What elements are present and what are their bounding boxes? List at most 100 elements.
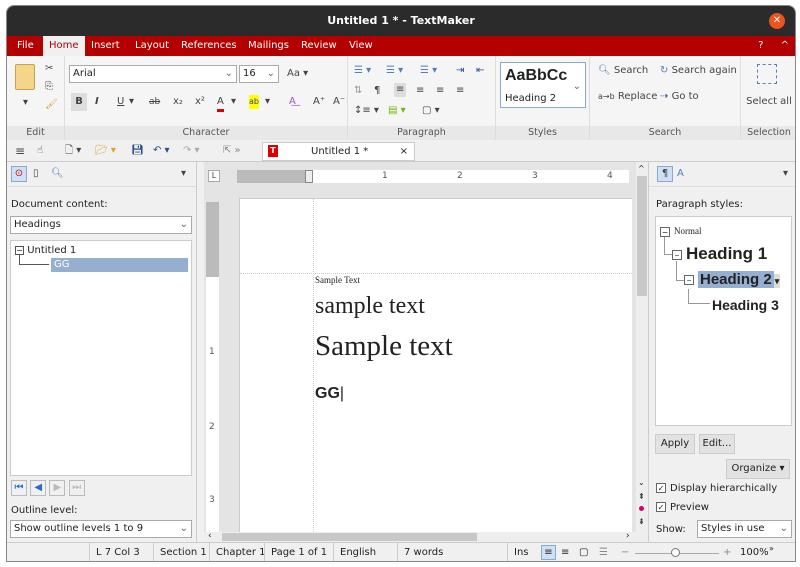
redo-icon[interactable]: ↷ ▾: [183, 144, 200, 158]
scroll-up-icon[interactable]: ^: [638, 164, 645, 173]
new-document-icon[interactable]: 🗋 ▾: [65, 144, 81, 158]
select-all-button[interactable]: Select all: [745, 96, 793, 108]
previous-page-icon[interactable]: ⇞: [638, 492, 645, 501]
show-styles-select[interactable]: Styles in use ⌄: [697, 520, 792, 538]
sort-icon[interactable]: ⇅: [354, 84, 362, 98]
zoom-level[interactable]: 100%: [740, 543, 769, 561]
select-all-icon[interactable]: [757, 64, 777, 84]
pages-icon[interactable]: ▯: [33, 167, 39, 181]
increase-indent-icon[interactable]: ⇥: [456, 64, 464, 78]
display-hierarchically-checkbox[interactable]: ✓ Display hierarchically: [656, 483, 777, 494]
next-page-icon[interactable]: ⇟: [638, 517, 645, 526]
font-color-button[interactable]: A: [217, 95, 224, 112]
tab-layout[interactable]: Layout: [129, 36, 175, 56]
italic-button[interactable]: I: [95, 95, 99, 109]
close-window-button[interactable]: ✕: [769, 13, 785, 29]
shading-icon[interactable]: ▤ ▾: [388, 104, 406, 118]
browse-object-icon[interactable]: [639, 506, 644, 511]
horizontal-ruler[interactable]: 1 2 3 4: [237, 170, 629, 183]
align-left-icon[interactable]: ≡: [394, 83, 407, 97]
style-heading-2[interactable]: − Heading 2 ▾: [684, 271, 781, 288]
cursor-position[interactable]: L 7 Col 3: [89, 543, 140, 561]
subscript-button[interactable]: x₂: [173, 95, 183, 109]
checkbox-checked-icon[interactable]: ✓: [656, 483, 666, 493]
indent-marker[interactable]: [305, 170, 313, 183]
zoom-in-icon[interactable]: +: [723, 543, 731, 561]
pointer-icon[interactable]: ⇱ »: [223, 144, 241, 158]
menu-icon[interactable]: ≡: [15, 144, 25, 158]
left-splitter[interactable]: [197, 162, 204, 542]
open-folder-icon[interactable]: 📂︎ ▾: [95, 144, 116, 158]
document-page[interactable]: Sample Text sample text Sample text GG|: [239, 198, 632, 536]
collapse-icon[interactable]: −: [684, 275, 694, 286]
grow-font-button[interactable]: A⁺: [313, 95, 325, 109]
last-heading-icon[interactable]: ⏭: [68, 480, 85, 496]
goto-button[interactable]: ⇢ Go to: [660, 90, 699, 104]
page-view-icon[interactable]: ▢: [579, 543, 588, 561]
align-center-icon[interactable]: ≡: [416, 84, 424, 98]
font-select[interactable]: Arial ⌄: [69, 65, 237, 83]
previous-heading-icon[interactable]: ◀: [30, 480, 47, 496]
navigator-icon[interactable]: ⊙: [11, 166, 27, 182]
save-icon[interactable]: 💾︎: [131, 144, 144, 158]
borders-icon[interactable]: ▢ ▾: [422, 104, 440, 118]
language-indicator[interactable]: English: [333, 543, 376, 561]
tab-file[interactable]: File: [11, 36, 40, 56]
first-heading-icon[interactable]: ⏮: [11, 480, 27, 496]
search-button[interactable]: 🔍︎ Search: [598, 64, 648, 78]
highlight-button[interactable]: ab: [249, 95, 259, 109]
checkbox-checked-icon[interactable]: ✓: [656, 502, 666, 512]
next-heading-icon[interactable]: ▶: [49, 480, 66, 496]
zoom-slider-handle[interactable]: [671, 548, 680, 557]
collapse-icon[interactable]: −: [660, 226, 670, 237]
normal-view-icon[interactable]: ≡: [541, 545, 556, 560]
continuous-view-icon[interactable]: ≡: [561, 543, 569, 561]
collapse-icon[interactable]: −: [15, 246, 24, 255]
undo-icon[interactable]: ↶ ▾: [153, 144, 170, 158]
format-painter-icon[interactable]: 🖌: [45, 98, 58, 112]
style-heading-3[interactable]: Heading 3: [712, 297, 779, 313]
style-gallery[interactable]: AaBbCc Heading 2 ⌄: [500, 62, 586, 108]
style-heading-1[interactable]: − Heading 1: [672, 244, 767, 264]
bold-button[interactable]: B: [71, 93, 87, 111]
help-button[interactable]: ?: [758, 40, 763, 51]
word-count[interactable]: 7 words: [397, 543, 443, 561]
tab-view[interactable]: View: [343, 36, 379, 56]
scroll-down-icon[interactable]: ⌄: [638, 478, 645, 487]
replace-button[interactable]: a→b Replace: [598, 90, 657, 104]
underline-dropdown-icon[interactable]: ▾: [129, 95, 134, 109]
preview-checkbox[interactable]: ✓ Preview: [656, 502, 709, 513]
vertical-scrollbar[interactable]: ^ ⌄ ⇞ ⇟: [636, 162, 648, 532]
font-size-select[interactable]: 16 ⌄: [239, 65, 279, 83]
horizontal-scrollbar[interactable]: ‹ ›: [204, 531, 648, 542]
document-content-select[interactable]: Headings ⌄: [10, 216, 192, 234]
touch-mode-icon[interactable]: ☝: [37, 144, 43, 158]
clear-formatting-icon[interactable]: A͟: [289, 95, 296, 109]
tab-references[interactable]: References: [175, 36, 243, 56]
search-again-button[interactable]: ↻ Search again: [660, 64, 737, 78]
align-right-icon[interactable]: ≡: [436, 84, 444, 98]
highlight-dropdown-icon[interactable]: ▾: [265, 95, 270, 109]
collapse-icon[interactable]: −: [672, 249, 682, 260]
collapse-ribbon-button[interactable]: ^: [781, 40, 789, 51]
multilevel-list-icon[interactable]: ☰ ▾: [420, 64, 437, 78]
cut-icon[interactable]: ✂: [45, 62, 53, 76]
style-dropdown-icon[interactable]: ▾: [773, 274, 781, 288]
panel-menu-icon[interactable]: ▾: [181, 167, 186, 181]
paste-icon[interactable]: [15, 64, 35, 90]
document-tab[interactable]: T Untitled 1 * ×: [262, 142, 415, 161]
justify-icon[interactable]: ≡: [456, 84, 464, 98]
numbering-icon[interactable]: ☰ ▾: [386, 64, 403, 78]
tab-stop-selector[interactable]: L: [208, 170, 220, 182]
character-styles-icon[interactable]: A: [677, 167, 684, 181]
more-icon[interactable]: »: [769, 539, 774, 559]
paste-dropdown-icon[interactable]: ▾: [23, 96, 28, 110]
scroll-right-icon[interactable]: ›: [626, 531, 630, 541]
tree-node-heading[interactable]: GG: [51, 258, 188, 272]
bullets-icon[interactable]: ☰ ▾: [354, 64, 371, 78]
style-gallery-dropdown-icon[interactable]: ⌄: [573, 81, 581, 92]
paragraph-styles-icon[interactable]: ¶: [657, 166, 673, 182]
zoom-out-icon[interactable]: −: [621, 543, 629, 561]
vertical-ruler[interactable]: 1 2 3: [206, 202, 219, 532]
tab-home[interactable]: Home: [43, 36, 85, 56]
